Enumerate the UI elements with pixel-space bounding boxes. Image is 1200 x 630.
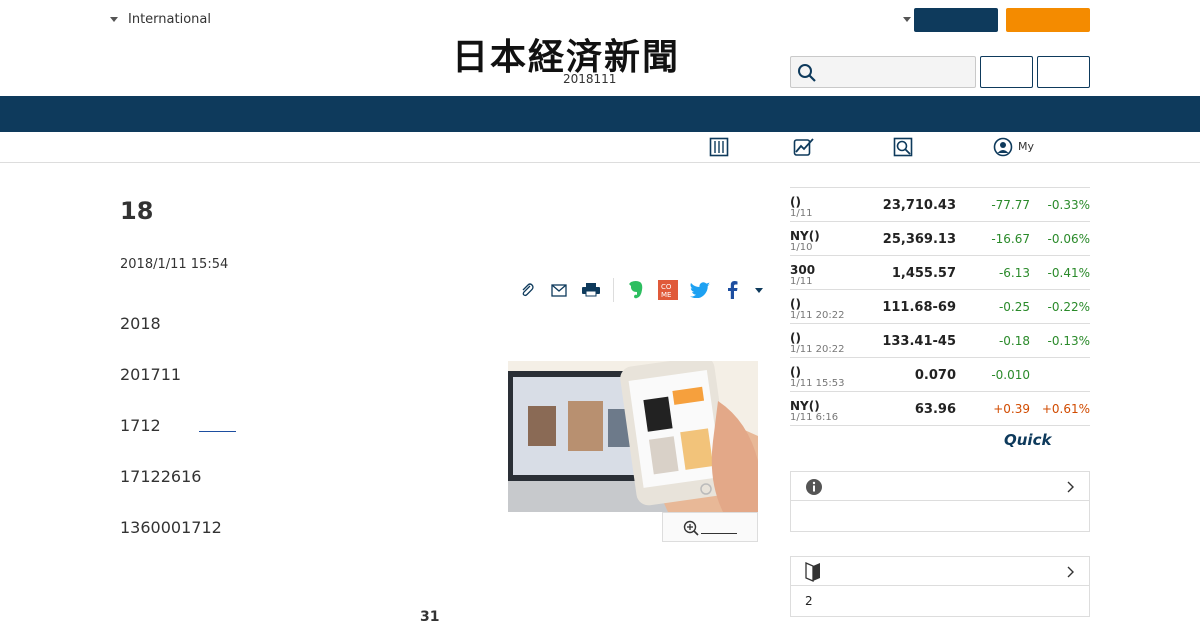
my-page-label[interactable]: My (1018, 140, 1034, 153)
market-name: () (790, 331, 801, 345)
article-paragraph: 1360001712 (120, 518, 222, 537)
market-time: 1/11 15:53 (790, 378, 845, 389)
header-button-2[interactable] (1037, 56, 1090, 88)
market-value: 0.070 (914, 368, 956, 383)
market-value: 1,455.57 (891, 266, 956, 281)
market-value: 111.68-69 (882, 300, 956, 315)
header-button-1[interactable] (980, 56, 1033, 88)
facebook-icon[interactable] (716, 281, 748, 299)
market-percent: +0.61% (1041, 402, 1090, 416)
market-change: -6.13 (998, 266, 1030, 280)
account-caret-icon[interactable] (903, 17, 911, 22)
subscribe-button[interactable] (1006, 8, 1090, 32)
market-change: -77.77 (991, 198, 1030, 212)
market-time: 1/11 20:22 (790, 344, 845, 355)
market-time: 1/11 (790, 276, 813, 287)
market-value: 23,710.43 (882, 198, 956, 213)
market-change: -0.18 (998, 334, 1030, 348)
market-value: 133.41-45 (882, 334, 956, 349)
evernote-icon[interactable] (620, 280, 652, 300)
info-box (790, 471, 1090, 532)
beginner-box-text: 2 (805, 594, 813, 608)
market-percent: -0.41% (1047, 266, 1090, 280)
market-value: 63.96 (914, 402, 956, 417)
article-paragraph: 2018 (120, 314, 161, 333)
svg-text:CO: CO (661, 283, 672, 291)
market-row[interactable]: NY() 1/10 25,369.13 -16.67 -0.06% (790, 222, 1090, 256)
international-label: International (128, 12, 211, 27)
market-row[interactable]: () 1/11 15:53 0.070 -0.010 (790, 358, 1090, 392)
article-photo[interactable] (508, 361, 758, 512)
market-percent: -0.22% (1047, 300, 1090, 314)
international-dropdown[interactable]: International (110, 12, 211, 27)
print-icon[interactable] (575, 283, 607, 297)
info-box-header[interactable] (791, 472, 1089, 501)
market-time: 1/11 6:16 (790, 412, 839, 423)
svg-text:ME: ME (661, 291, 671, 299)
zoom-in-icon (683, 520, 699, 536)
mail-icon[interactable] (543, 283, 575, 297)
quick-logo[interactable]: Quick (1004, 431, 1051, 449)
market-row[interactable]: () 1/11 20:22 133.41-45 -0.18 -0.13% (790, 324, 1090, 358)
article-date: 2018/1/11 15:54 (120, 257, 229, 272)
market-name: 300 (790, 263, 816, 277)
market-time: 1/11 20:22 (790, 310, 845, 321)
market-change: -16.67 (991, 232, 1030, 246)
article-title: 18 (120, 197, 154, 225)
market-name: NY() (790, 229, 820, 243)
market-percent: -0.13% (1047, 334, 1090, 348)
market-value: 25,369.13 (882, 232, 956, 247)
article-paragraph: 17122616 (120, 467, 202, 486)
search-page-icon[interactable] (893, 137, 913, 157)
market-row[interactable]: NY() 1/11 6:16 63.96 +0.39 +0.61% (790, 392, 1090, 426)
market-change: -0.010 (991, 368, 1030, 382)
market-percent: -0.33% (1047, 198, 1090, 212)
share-toolbar: CO ME (511, 278, 770, 302)
my-page-user-icon[interactable] (993, 137, 1013, 157)
share-more-caret-icon[interactable] (748, 287, 770, 293)
market-change: +0.39 (993, 402, 1030, 416)
market-name: () (790, 195, 801, 209)
market-row[interactable]: 300 1/11 1,455.57 -6.13 -0.41% (790, 256, 1090, 290)
zoom-image-button[interactable] (662, 512, 758, 542)
market-row[interactable]: () 1/11 23,710.43 -77.77 -0.33% (790, 188, 1090, 222)
article-paragraph: 201711 (120, 365, 182, 384)
article-paragraph: 1712 (120, 416, 161, 435)
beginner-box: 2 (790, 556, 1090, 617)
inline-link-underline[interactable] (199, 431, 236, 432)
header-date: 2018111 (563, 72, 617, 86)
main-navbar (0, 96, 1200, 132)
market-name: NY() (790, 399, 820, 413)
comemo-icon[interactable]: CO ME (652, 280, 684, 300)
search-input[interactable] (790, 56, 976, 88)
share-divider (613, 278, 614, 302)
market-percent: -0.06% (1047, 232, 1090, 246)
chevron-right-icon (1067, 566, 1074, 578)
market-name: () (790, 297, 801, 311)
footer-count: 31 (420, 609, 440, 625)
beginner-box-body[interactable]: 2 (791, 586, 1089, 616)
market-chart-icon[interactable] (793, 137, 815, 157)
newspaper-view-icon[interactable] (709, 137, 729, 157)
twitter-icon[interactable] (684, 282, 716, 298)
market-change: -0.25 (998, 300, 1030, 314)
chevron-right-icon (1067, 481, 1074, 493)
market-table: () 1/11 23,710.43 -77.77 -0.33% NY() 1/10 25,3… (790, 187, 1090, 426)
market-time: 1/11 (790, 208, 813, 219)
info-icon (806, 479, 822, 495)
login-button[interactable] (914, 8, 998, 32)
market-row[interactable]: () 1/11 20:22 111.68-69 -0.25 -0.22% (790, 290, 1090, 324)
caret-down-icon (110, 17, 118, 22)
beginner-box-header[interactable] (791, 557, 1089, 586)
zoom-underline (701, 533, 737, 534)
info-box-body (791, 501, 1089, 531)
market-name: () (790, 365, 801, 379)
clip-icon[interactable] (511, 282, 543, 298)
beginner-mark-icon (805, 562, 820, 582)
search-icon[interactable] (797, 63, 817, 83)
market-time: 1/10 (790, 242, 813, 253)
